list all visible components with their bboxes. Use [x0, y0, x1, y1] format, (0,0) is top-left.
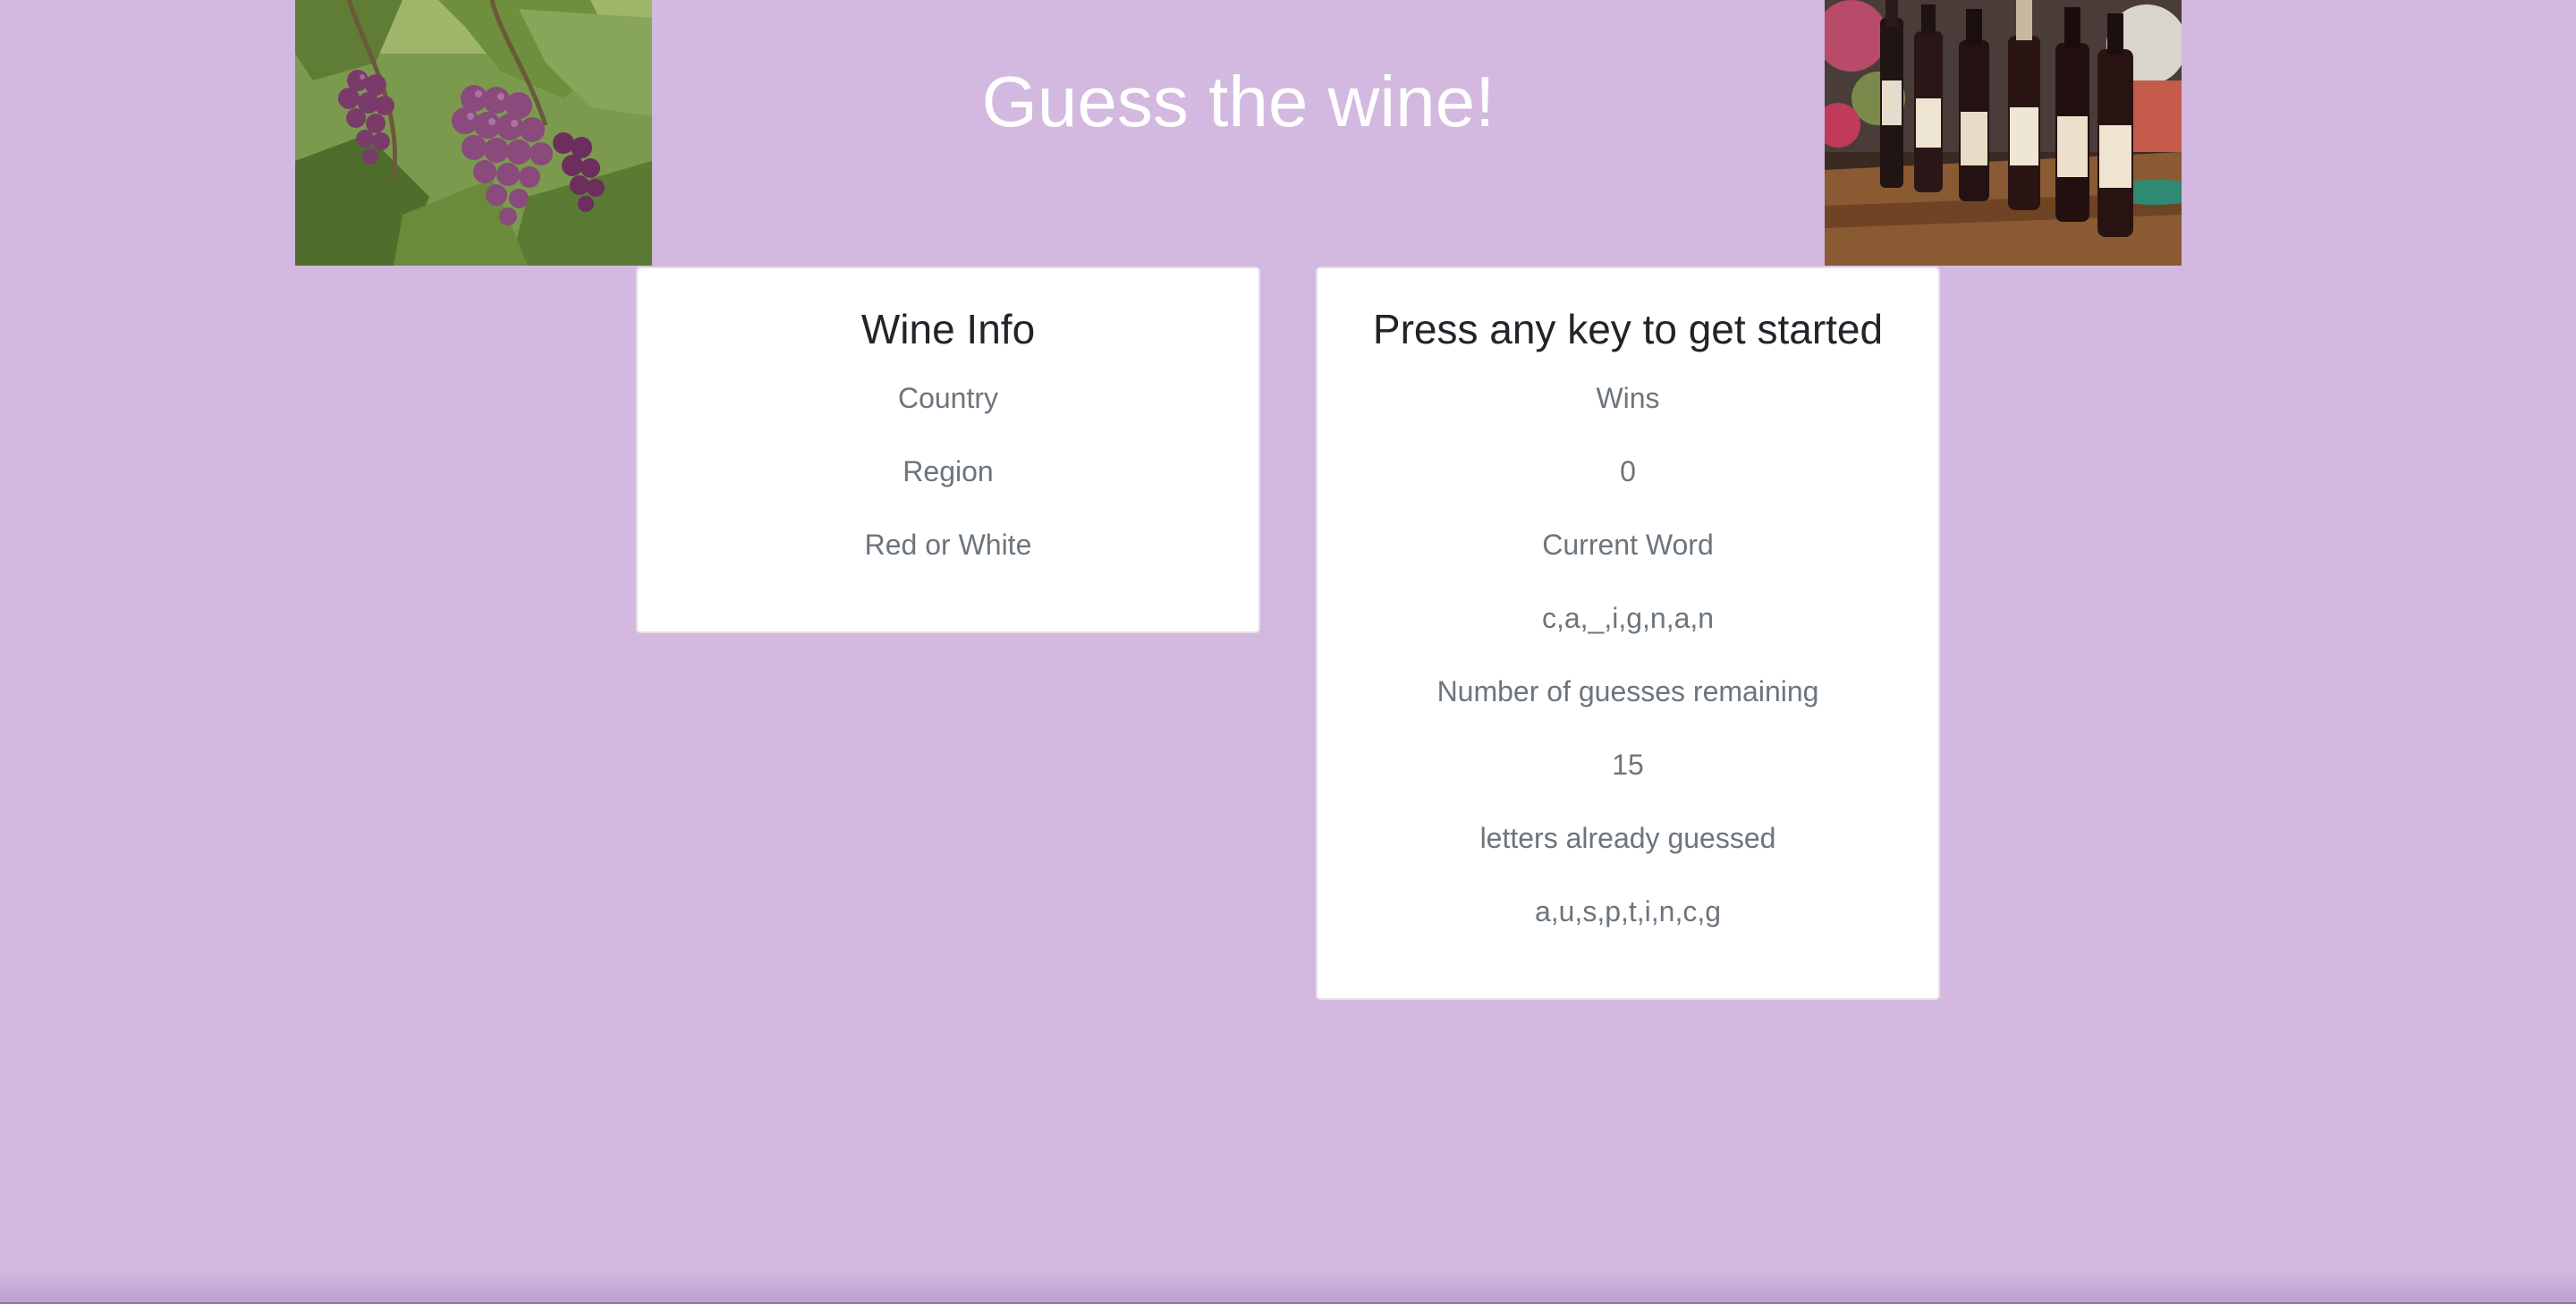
guesses-remaining-label: Number of guesses remaining [1436, 675, 1819, 707]
game-card: Press any key to get started Wins 0 Curr… [1316, 267, 1940, 1000]
window-bottom-shadow [0, 1268, 2576, 1304]
current-word-label: Current Word [1542, 529, 1714, 561]
page-title: Guess the wine! [981, 62, 1496, 141]
guesses-remaining-value: 15 [1612, 749, 1644, 781]
wine-info-card: Wine Info Country Region Red or White [636, 267, 1260, 633]
country-label: Country [897, 382, 999, 414]
letters-guessed-value: a,u,s,p,t,i,n,c,g [1534, 895, 1722, 927]
wine-info-title: Wine Info [860, 306, 1036, 352]
wine-bottles-photo [1825, 0, 2182, 266]
wins-value: 0 [1620, 455, 1636, 487]
grapes-photo [295, 0, 652, 266]
letters-guessed-label: letters already guessed [1479, 822, 1776, 854]
wins-label: Wins [1596, 382, 1660, 414]
game-prompt-title: Press any key to get started [1372, 306, 1884, 352]
wine-color-label: Red or White [864, 529, 1032, 561]
region-label: Region [902, 455, 994, 487]
current-word-value: c,a,_,i,g,n,a,n [1541, 602, 1715, 634]
